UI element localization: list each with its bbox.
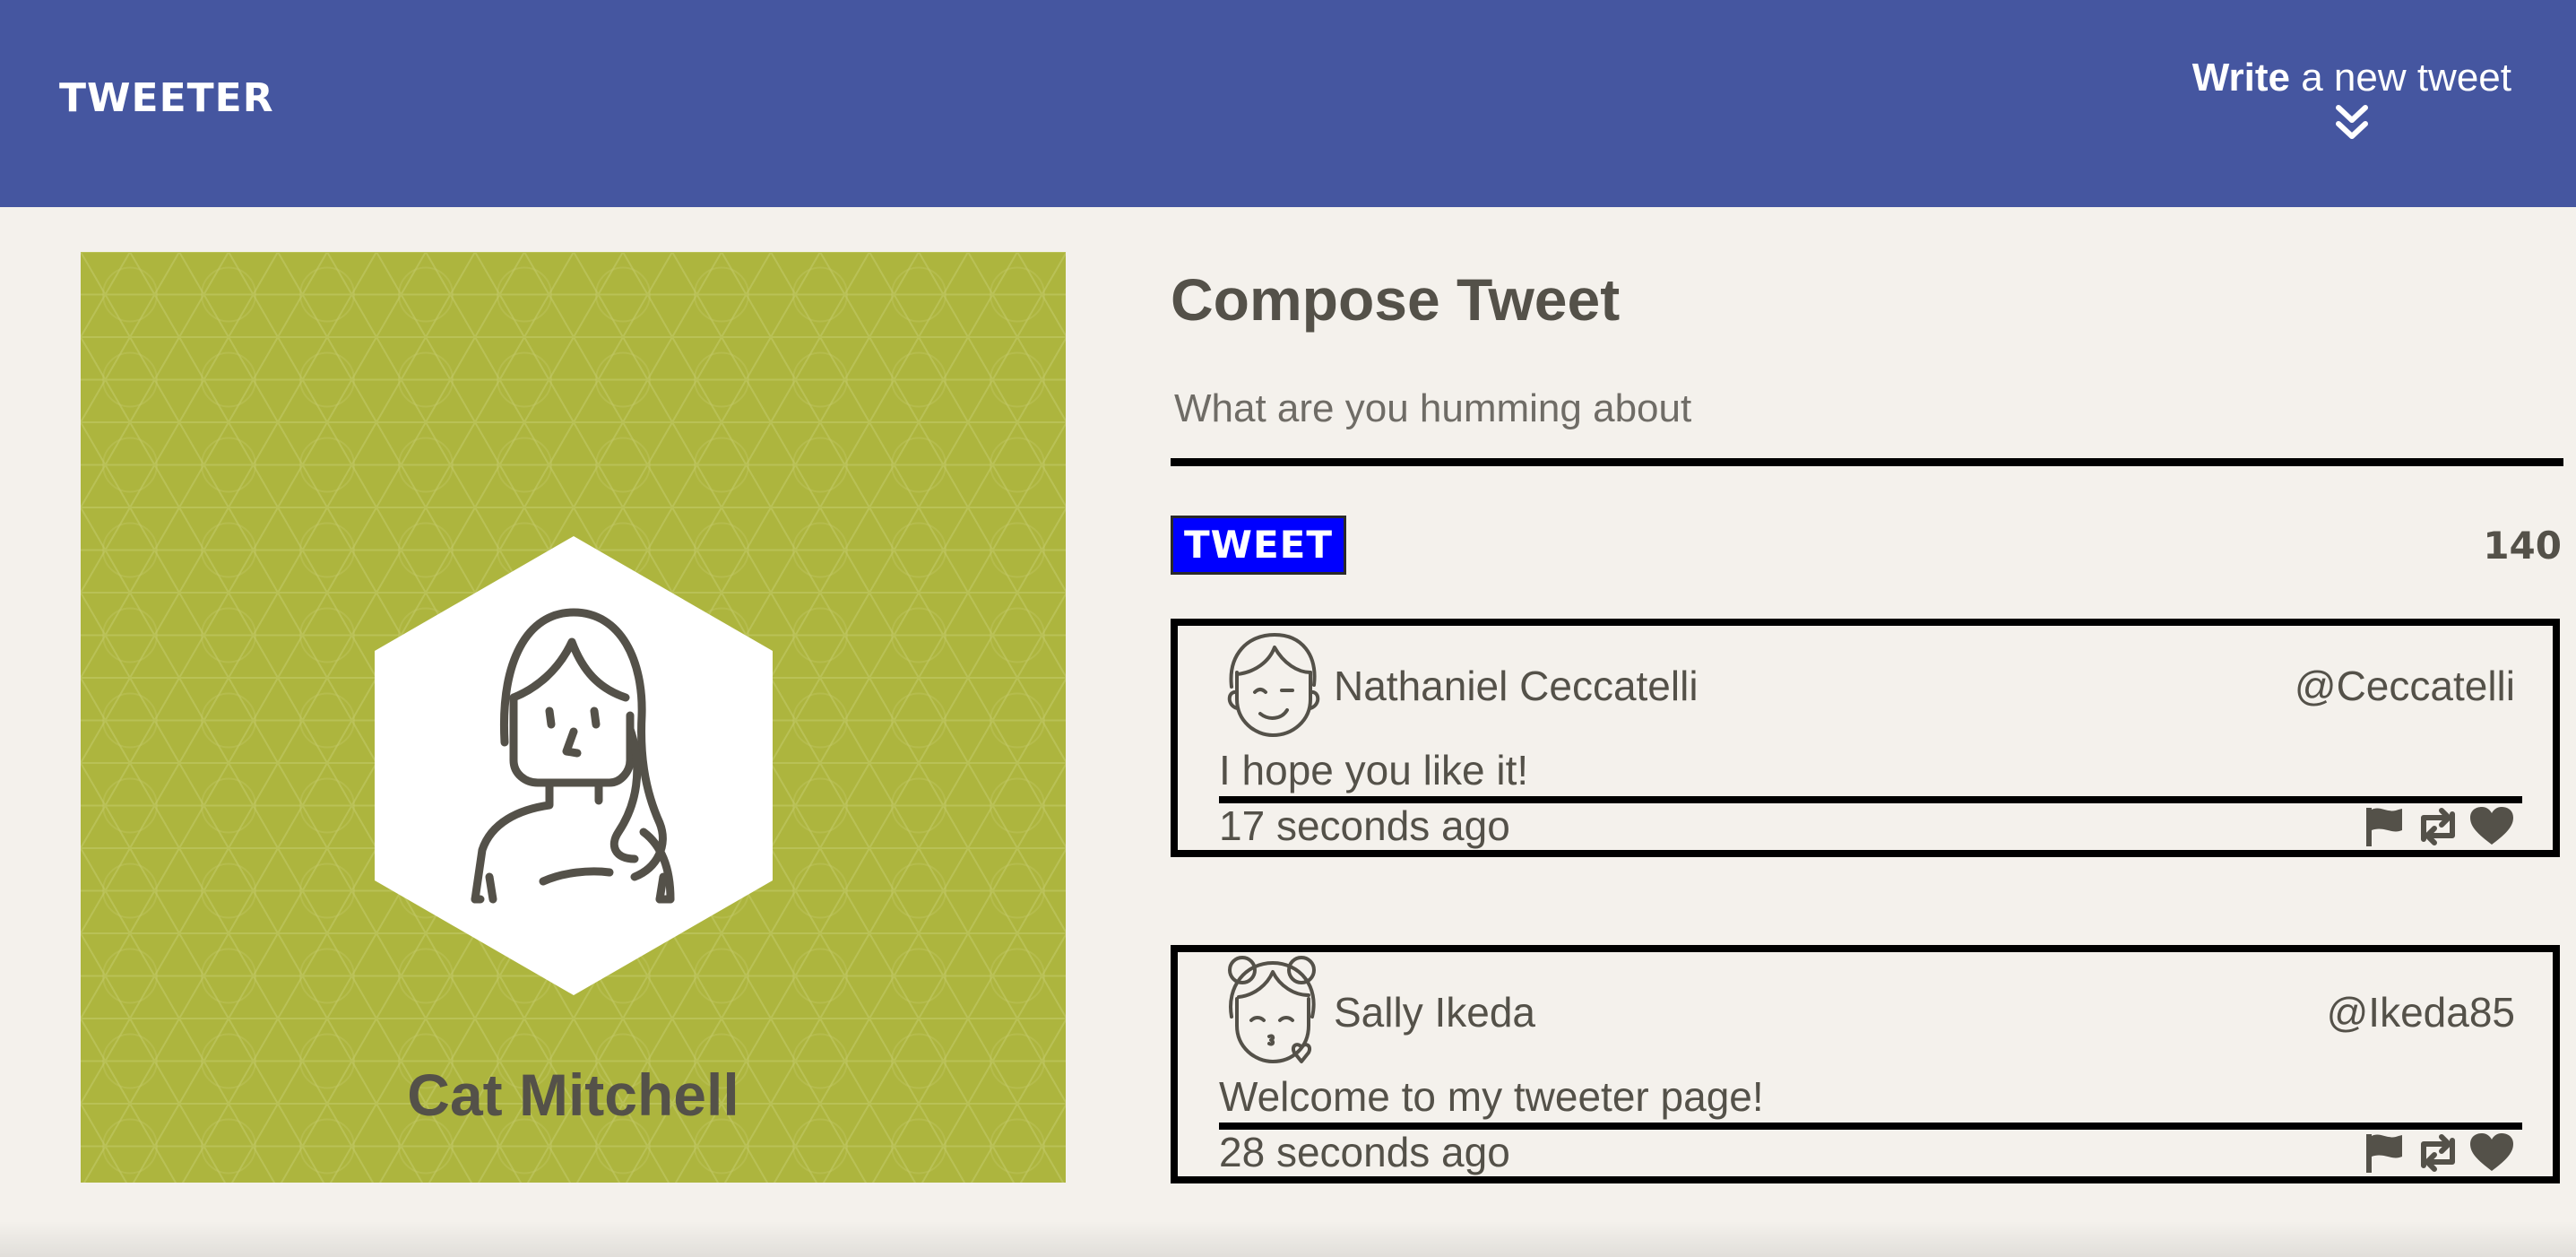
tweet-author-name: Nathaniel Ceccatelli — [1334, 663, 1699, 709]
write-new-tweet-toggle[interactable]: Write a new tweet — [2192, 52, 2511, 143]
tweet-card: Nathaniel Ceccatelli @Ceccatelli I hope … — [1171, 619, 2560, 857]
retweet-icon[interactable] — [2415, 1131, 2461, 1175]
flag-icon[interactable] — [2361, 805, 2407, 848]
write-bold-text: Write — [2191, 56, 2290, 100]
double-chevron-down-icon — [2335, 105, 2368, 139]
tweet-input[interactable] — [1171, 386, 2563, 466]
profile-card: Cat Mitchell — [81, 252, 1066, 1183]
compose-title: Compose Tweet — [1171, 266, 1621, 333]
top-nav: TWEETER Write a new tweet — [0, 0, 2576, 207]
woman-avatar-icon — [375, 536, 773, 995]
tweet-actions — [2361, 1131, 2515, 1175]
heart-icon[interactable] — [2468, 1131, 2515, 1175]
app-logo[interactable]: TWEETER — [59, 74, 274, 124]
boy-avatar-icon — [1227, 633, 1320, 737]
flag-icon[interactable] — [2361, 1131, 2407, 1175]
tweet-card: Sally Ikeda @Ikeda85 Welcome to my tweet… — [1171, 945, 2560, 1183]
profile-name: Cat Mitchell — [407, 1062, 739, 1128]
tweet-actions — [2361, 805, 2515, 848]
tweet-author-handle[interactable]: @Ceccatelli — [2295, 660, 2515, 712]
tweet-content: Welcome to my tweeter page! — [1219, 1072, 2522, 1130]
write-new-tweet-label: Write a new tweet — [2192, 52, 2511, 104]
bottom-shadow — [0, 1221, 2576, 1257]
character-counter: 140 — [2483, 524, 2562, 568]
write-rest-text: a new tweet — [2289, 56, 2511, 100]
tweet-timestamp: 28 seconds ago — [1219, 1129, 1510, 1175]
tweet-author-handle[interactable]: @Ikeda85 — [2327, 986, 2515, 1038]
retweet-icon[interactable] — [2415, 805, 2461, 848]
tweet-timestamp: 17 seconds ago — [1219, 802, 1510, 849]
girl-kiss-avatar-icon — [1228, 956, 1316, 1063]
tweet-button[interactable]: TWEET — [1171, 516, 1346, 575]
compose-section: Compose Tweet TWEET 140 — [1171, 252, 2563, 575]
heart-icon[interactable] — [2468, 805, 2515, 848]
tweet-content: I hope you like it! — [1219, 746, 2522, 803]
tweet-author-name: Sally Ikeda — [1334, 989, 1536, 1036]
